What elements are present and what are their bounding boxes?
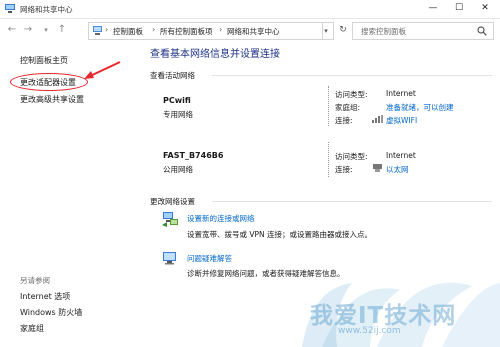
maximize-button[interactable]: ☐ [446,0,472,18]
ethernet-icon [373,164,382,172]
troubleshoot-link[interactable]: 问题疑难解答 [187,253,232,264]
change-settings-heading: 更改网络设置 [150,197,195,206]
address-dropdown-button[interactable]: ▾ [319,22,334,40]
breadcrumb-separator: › [105,25,109,34]
breadcrumb-separator: › [219,25,223,34]
up-button[interactable]: ↑ [56,23,68,37]
address-bar[interactable]: › 控制面板 › 所有控制面板项 › 网络和共享中心 [88,22,323,40]
ethernet-link[interactable]: 以太网 [386,164,409,175]
highlight-circle [10,73,88,91]
internet-options-link[interactable]: Internet 选项 [20,291,70,302]
network-type: 公用网络 [163,165,193,174]
search-icon [477,26,487,36]
annotation-arrow [84,61,121,79]
access-type-label: 访问类型: [335,90,368,99]
section-divider [212,75,492,76]
troubleshoot-icon [163,252,176,265]
breadcrumb-all-items[interactable]: 所有控制面板项 [160,26,213,37]
forward-button[interactable]: → [22,23,34,37]
search-placeholder: 搜索控制面板 [361,27,406,36]
window-title: 网络和共享中心 [20,5,73,14]
breadcrumb-separator: › [152,25,156,34]
close-button[interactable]: ✕ [472,0,498,18]
windows-firewall-link[interactable]: Windows 防火墙 [20,307,82,318]
minimize-button[interactable]: — [420,0,446,18]
network-divider [328,142,329,177]
new-connection-icon [162,212,178,227]
title-bar: 网络和共享中心 — ☐ ✕ [0,0,500,19]
change-advanced-sharing-link[interactable]: 更改高级共享设置 [20,94,84,105]
active-networks-heading: 查看活动网络 [150,71,195,80]
access-type-value: Internet [386,89,416,98]
page-title: 查看基本网络信息并设置连接 [150,49,280,60]
section-divider [212,201,492,202]
homegroup-link[interactable]: 家庭组 [20,323,44,334]
control-panel-home-link[interactable]: 控制面板主页 [20,55,68,66]
virtual-wifi-link[interactable]: 虚拟WIFI [386,115,417,126]
connection-label: 连接: [335,165,353,174]
access-type-label: 访问类型: [335,152,368,161]
setup-new-connection-link[interactable]: 设置新的连接或网络 [187,213,255,224]
watermark-url: www.52ij.com [338,326,401,336]
see-also-label: 另请参阅 [20,276,50,285]
access-type-value: Internet [386,151,416,160]
network-type: 专用网络 [163,110,193,119]
back-button[interactable]: ← [6,23,18,37]
setup-new-connection-desc: 设置宽带、拨号或 VPN 连接；或设置路由器或接入点。 [187,230,373,239]
recent-dropdown-icon[interactable]: ▾ [40,23,52,37]
wifi-icon [372,115,383,123]
control-panel-icon [93,26,102,35]
network-divider [328,86,329,126]
network-name: FAST_B746B6 [163,151,224,160]
breadcrumb-control-panel[interactable]: 控制面板 [113,26,143,37]
homegroup-create-link[interactable]: 准备就绪，可以创建 [386,102,454,113]
address-row: ← → ▾ ↑ › 控制面板 › 所有控制面板项 › 网络和共享中心 ▾ ↻ 搜… [0,19,500,41]
homegroup-label: 家庭组: [335,103,361,112]
connection-label: 连接: [335,116,353,125]
network-name: PCwifi [163,96,191,105]
breadcrumb-network-center[interactable]: 网络和共享中心 [227,26,280,37]
search-input[interactable]: 搜索控制面板 [352,22,494,40]
refresh-button[interactable]: ↻ [336,22,350,38]
watermark-text: 我爱IT技术网 [310,303,457,329]
network-center-icon [5,4,15,13]
